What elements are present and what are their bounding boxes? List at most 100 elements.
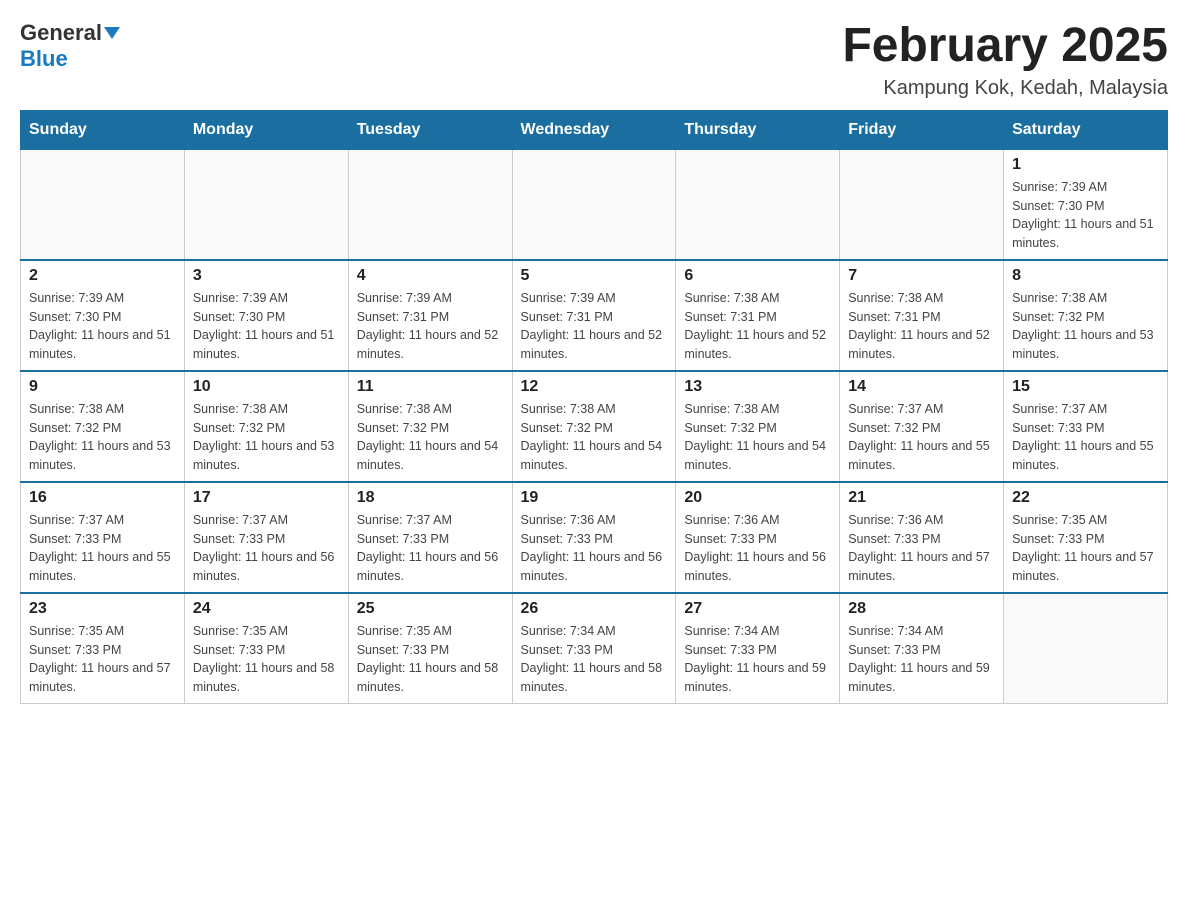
calendar-cell: 2 Sunrise: 7:39 AM Sunset: 7:30 PM Daylig… [21,260,185,371]
day-number: 15 [1012,378,1159,396]
title-area: February 2025 Kampung Kok, Kedah, Malays… [842,20,1168,100]
calendar-cell: 13 Sunrise: 7:38 AM Sunset: 7:32 PM Dayli… [676,371,840,482]
day-info: Sunrise: 7:38 AM Sunset: 7:32 PM Dayligh… [521,400,668,475]
day-number: 7 [848,267,995,285]
day-number: 13 [684,378,831,396]
day-info: Sunrise: 7:34 AM Sunset: 7:33 PM Dayligh… [521,622,668,697]
calendar-cell: 28 Sunrise: 7:34 AM Sunset: 7:33 PM Dayli… [840,593,1004,704]
day-number: 5 [521,267,668,285]
calendar-week-row: 2 Sunrise: 7:39 AM Sunset: 7:30 PM Daylig… [21,260,1168,371]
calendar-cell: 3 Sunrise: 7:39 AM Sunset: 7:30 PM Daylig… [184,260,348,371]
day-info: Sunrise: 7:35 AM Sunset: 7:33 PM Dayligh… [357,622,504,697]
calendar-cell [512,149,676,260]
calendar-cell: 5 Sunrise: 7:39 AM Sunset: 7:31 PM Daylig… [512,260,676,371]
day-number: 22 [1012,489,1159,507]
day-info: Sunrise: 7:36 AM Sunset: 7:33 PM Dayligh… [521,511,668,586]
logo: General Blue [20,20,120,72]
day-info: Sunrise: 7:34 AM Sunset: 7:33 PM Dayligh… [684,622,831,697]
day-number: 2 [29,267,176,285]
day-number: 9 [29,378,176,396]
calendar-cell: 4 Sunrise: 7:39 AM Sunset: 7:31 PM Daylig… [348,260,512,371]
calendar-cell: 17 Sunrise: 7:37 AM Sunset: 7:33 PM Dayli… [184,482,348,593]
day-info: Sunrise: 7:37 AM Sunset: 7:32 PM Dayligh… [848,400,995,475]
calendar-cell: 12Sunrise: 7:38 AM Sunset: 7:32 PM Dayli… [512,371,676,482]
calendar-week-row: 16 Sunrise: 7:37 AM Sunset: 7:33 PM Dayli… [21,482,1168,593]
page-header: General Blue February 2025 Kampung Kok, … [20,20,1168,100]
calendar-cell: 21Sunrise: 7:36 AM Sunset: 7:33 PM Dayli… [840,482,1004,593]
day-of-week-header: Friday [840,110,1004,149]
day-info: Sunrise: 7:35 AM Sunset: 7:33 PM Dayligh… [1012,511,1159,586]
calendar-cell [184,149,348,260]
day-info: Sunrise: 7:38 AM Sunset: 7:31 PM Dayligh… [848,289,995,364]
day-number: 19 [521,489,668,507]
calendar-cell: 15 Sunrise: 7:37 AM Sunset: 7:33 PM Dayli… [1004,371,1168,482]
day-info: Sunrise: 7:39 AM Sunset: 7:31 PM Dayligh… [521,289,668,364]
calendar-cell: 8 Sunrise: 7:38 AM Sunset: 7:32 PM Daylig… [1004,260,1168,371]
day-number: 11 [357,378,504,396]
calendar-cell: 14 Sunrise: 7:37 AM Sunset: 7:32 PM Dayli… [840,371,1004,482]
calendar-cell: 18Sunrise: 7:37 AM Sunset: 7:33 PM Dayli… [348,482,512,593]
calendar-cell: 9 Sunrise: 7:38 AM Sunset: 7:32 PM Daylig… [21,371,185,482]
day-of-week-header: Sunday [21,110,185,149]
day-info: Sunrise: 7:39 AM Sunset: 7:30 PM Dayligh… [29,289,176,364]
day-info: Sunrise: 7:36 AM Sunset: 7:33 PM Dayligh… [684,511,831,586]
day-number: 6 [684,267,831,285]
day-number: 27 [684,600,831,618]
day-number: 18 [357,489,504,507]
calendar-cell: 19 Sunrise: 7:36 AM Sunset: 7:33 PM Dayli… [512,482,676,593]
calendar-cell: 22 Sunrise: 7:35 AM Sunset: 7:33 PM Dayli… [1004,482,1168,593]
calendar-cell: 24Sunrise: 7:35 AM Sunset: 7:33 PM Dayli… [184,593,348,704]
calendar-cell: 11Sunrise: 7:38 AM Sunset: 7:32 PM Dayli… [348,371,512,482]
day-number: 14 [848,378,995,396]
day-info: Sunrise: 7:37 AM Sunset: 7:33 PM Dayligh… [29,511,176,586]
calendar-cell: 1 Sunrise: 7:39 AM Sunset: 7:30 PM Daylig… [1004,149,1168,260]
day-number: 28 [848,600,995,618]
day-number: 17 [193,489,340,507]
day-info: Sunrise: 7:39 AM Sunset: 7:30 PM Dayligh… [193,289,340,364]
day-number: 3 [193,267,340,285]
calendar-cell: 6 Sunrise: 7:38 AM Sunset: 7:31 PM Daylig… [676,260,840,371]
logo-general-text: General [20,20,102,46]
day-info: Sunrise: 7:38 AM Sunset: 7:32 PM Dayligh… [1012,289,1159,364]
day-info: Sunrise: 7:39 AM Sunset: 7:30 PM Dayligh… [1012,178,1159,253]
calendar-week-row: 23 Sunrise: 7:35 AM Sunset: 7:33 PM Dayli… [21,593,1168,704]
day-info: Sunrise: 7:38 AM Sunset: 7:31 PM Dayligh… [684,289,831,364]
location-text: Kampung Kok, Kedah, Malaysia [842,77,1168,100]
day-number: 24 [193,600,340,618]
day-of-week-header: Wednesday [512,110,676,149]
logo-triangle-icon [104,27,120,39]
day-number: 23 [29,600,176,618]
calendar-cell: 7 Sunrise: 7:38 AM Sunset: 7:31 PM Daylig… [840,260,1004,371]
day-info: Sunrise: 7:38 AM Sunset: 7:32 PM Dayligh… [193,400,340,475]
calendar-cell: 20 Sunrise: 7:36 AM Sunset: 7:33 PM Dayli… [676,482,840,593]
calendar-week-row: 1 Sunrise: 7:39 AM Sunset: 7:30 PM Daylig… [21,149,1168,260]
calendar-header-row: SundayMondayTuesdayWednesdayThursdayFrid… [21,110,1168,149]
day-number: 4 [357,267,504,285]
day-info: Sunrise: 7:35 AM Sunset: 7:33 PM Dayligh… [29,622,176,697]
calendar-cell [348,149,512,260]
day-number: 26 [521,600,668,618]
calendar-cell [21,149,185,260]
day-info: Sunrise: 7:39 AM Sunset: 7:31 PM Dayligh… [357,289,504,364]
day-info: Sunrise: 7:37 AM Sunset: 7:33 PM Dayligh… [193,511,340,586]
day-number: 20 [684,489,831,507]
day-number: 10 [193,378,340,396]
calendar-cell [1004,593,1168,704]
calendar-week-row: 9 Sunrise: 7:38 AM Sunset: 7:32 PM Daylig… [21,371,1168,482]
calendar-cell: 10 Sunrise: 7:38 AM Sunset: 7:32 PM Dayli… [184,371,348,482]
calendar-cell: 25Sunrise: 7:35 AM Sunset: 7:33 PM Dayli… [348,593,512,704]
day-of-week-header: Monday [184,110,348,149]
day-number: 16 [29,489,176,507]
day-number: 21 [848,489,995,507]
day-of-week-header: Saturday [1004,110,1168,149]
logo-blue-text: Blue [20,46,68,72]
calendar-cell: 23 Sunrise: 7:35 AM Sunset: 7:33 PM Dayli… [21,593,185,704]
day-number: 1 [1012,156,1159,174]
day-info: Sunrise: 7:37 AM Sunset: 7:33 PM Dayligh… [1012,400,1159,475]
calendar-cell [676,149,840,260]
day-info: Sunrise: 7:34 AM Sunset: 7:33 PM Dayligh… [848,622,995,697]
day-info: Sunrise: 7:38 AM Sunset: 7:32 PM Dayligh… [29,400,176,475]
calendar-table: SundayMondayTuesdayWednesdayThursdayFrid… [20,110,1168,704]
day-info: Sunrise: 7:38 AM Sunset: 7:32 PM Dayligh… [684,400,831,475]
day-number: 8 [1012,267,1159,285]
